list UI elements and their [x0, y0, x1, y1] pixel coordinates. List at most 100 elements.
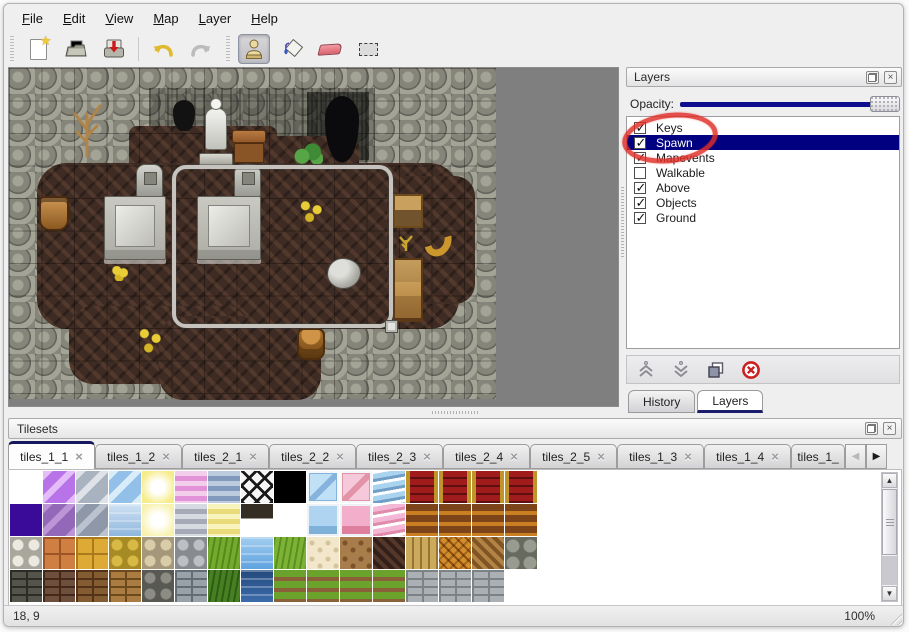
eraser-tool-button[interactable] — [314, 34, 346, 64]
tileset-tab-tiles_1_1[interactable]: tiles_1_1× — [8, 441, 95, 469]
tileset-tile[interactable] — [43, 570, 75, 602]
menu-view[interactable]: View — [95, 8, 143, 29]
tileset-tile[interactable] — [373, 471, 405, 503]
tileset-tile[interactable] — [472, 504, 504, 536]
tileset-tile[interactable] — [439, 570, 471, 602]
close-tab-icon[interactable]: × — [249, 449, 257, 464]
save-file-button[interactable] — [98, 34, 130, 64]
vertical-splitter[interactable] — [619, 67, 626, 407]
redo-button[interactable] — [185, 34, 217, 64]
close-tab-icon[interactable]: × — [162, 449, 170, 464]
layer-visibility-checkbox[interactable] — [634, 137, 646, 149]
tileset-tile[interactable] — [142, 570, 174, 602]
toolbar-grip[interactable] — [224, 36, 231, 62]
scrollbar-trough[interactable] — [882, 556, 897, 585]
tileset-tile[interactable] — [505, 504, 537, 536]
tileset-tile[interactable] — [109, 570, 141, 602]
tileset-tile[interactable] — [505, 471, 537, 503]
map-canvas[interactable] — [9, 68, 496, 399]
tileset-tile[interactable] — [175, 537, 207, 569]
tileset-tile[interactable] — [241, 570, 273, 602]
tileset-tile[interactable] — [208, 570, 240, 602]
scrollbar-thumb[interactable] — [882, 489, 897, 555]
tileset-tile[interactable] — [274, 471, 306, 503]
tileset-tile[interactable] — [43, 471, 75, 503]
menu-map[interactable]: Map — [143, 8, 188, 29]
tileset-tile[interactable] — [439, 504, 471, 536]
tileset-tile[interactable] — [10, 570, 42, 602]
rect-select-tool-button[interactable] — [352, 34, 384, 64]
new-file-button[interactable]: ★ — [22, 34, 54, 64]
tileset-tab-tiles_1[interactable]: tiles_1_ — [791, 444, 845, 469]
layer-visibility-checkbox[interactable] — [634, 212, 646, 224]
layer-visibility-checkbox[interactable] — [634, 167, 646, 179]
delete-layer-button[interactable] — [740, 359, 762, 381]
tileset-tile[interactable] — [439, 537, 471, 569]
tileset-tile[interactable] — [241, 537, 273, 569]
tileset-tile[interactable] — [142, 537, 174, 569]
close-tab-icon[interactable]: × — [336, 449, 344, 464]
tab-scroll-right-button[interactable]: ▶ — [866, 444, 887, 469]
resize-grip[interactable] — [887, 610, 902, 625]
tileset-tile[interactable] — [439, 471, 471, 503]
tileset-tile[interactable] — [43, 504, 75, 536]
tileset-tile[interactable] — [76, 537, 108, 569]
tileset-tab-tiles_1_3[interactable]: tiles_1_3× — [617, 444, 704, 469]
stamp-tool-button[interactable] — [238, 34, 270, 64]
opacity-handle[interactable] — [870, 96, 900, 112]
layer-visibility-checkbox[interactable] — [634, 122, 646, 134]
tileset-tile[interactable] — [109, 504, 141, 536]
tileset-tile[interactable] — [175, 471, 207, 503]
close-tab-icon[interactable]: × — [771, 449, 779, 464]
tileset-tile[interactable] — [274, 570, 306, 602]
tileset-tile[interactable] — [241, 504, 273, 536]
tileset-tile[interactable] — [208, 471, 240, 503]
close-tab-icon[interactable]: × — [510, 449, 518, 464]
tileset-tab-tiles_1_4[interactable]: tiles_1_4× — [704, 444, 791, 469]
toolbar-grip[interactable] — [8, 36, 15, 62]
raise-layer-button[interactable] — [635, 359, 657, 381]
tileset-tile[interactable] — [10, 504, 42, 536]
selection-resize-handle[interactable] — [385, 320, 398, 333]
tileset-tile[interactable] — [142, 471, 174, 503]
layer-row-ground[interactable]: Ground — [627, 210, 899, 225]
tileset-tile[interactable] — [373, 537, 405, 569]
tileset-tile[interactable] — [307, 537, 339, 569]
tileset-tile[interactable] — [472, 570, 504, 602]
map-viewport[interactable] — [8, 67, 619, 407]
tileset-tile[interactable] — [340, 537, 372, 569]
layer-visibility-checkbox[interactable] — [634, 152, 646, 164]
lower-layer-button[interactable] — [670, 359, 692, 381]
tileset-tab-tiles_2_4[interactable]: tiles_2_4× — [443, 444, 530, 469]
float-panel-icon[interactable] — [865, 422, 878, 435]
tileset-tile[interactable] — [76, 471, 108, 503]
tileset-tile[interactable] — [340, 504, 372, 536]
layer-visibility-checkbox[interactable] — [634, 182, 646, 194]
layer-visibility-checkbox[interactable] — [634, 197, 646, 209]
tileset-tile[interactable] — [406, 570, 438, 602]
tileset-tile[interactable] — [340, 471, 372, 503]
close-tab-icon[interactable]: × — [423, 449, 431, 464]
tileset-tab-tiles_2_1[interactable]: tiles_2_1× — [182, 444, 269, 469]
tileset-tile[interactable] — [307, 471, 339, 503]
duplicate-layer-button[interactable] — [705, 359, 727, 381]
opacity-track[interactable] — [680, 102, 894, 107]
tileset-tile[interactable] — [307, 504, 339, 536]
undo-button[interactable] — [147, 34, 179, 64]
close-tab-icon[interactable]: × — [597, 449, 605, 464]
tileset-tile[interactable] — [472, 537, 504, 569]
layer-row-above[interactable]: Above — [627, 180, 899, 195]
tileset-tile[interactable] — [208, 537, 240, 569]
close-tab-icon[interactable]: × — [75, 449, 83, 464]
tileset-tile[interactable] — [274, 504, 306, 536]
layer-row-keys[interactable]: Keys — [627, 120, 899, 135]
tab-history[interactable]: History — [628, 390, 695, 413]
tileset-tile[interactable] — [175, 504, 207, 536]
fill-tool-button[interactable] — [276, 34, 308, 64]
menu-layer[interactable]: Layer — [189, 8, 242, 29]
tileset-tile[interactable] — [307, 570, 339, 602]
tileset-tile[interactable] — [208, 504, 240, 536]
layer-row-mapevents[interactable]: Mapevents — [627, 150, 899, 165]
tileset-tile[interactable] — [43, 537, 75, 569]
tileset-tile[interactable] — [406, 471, 438, 503]
